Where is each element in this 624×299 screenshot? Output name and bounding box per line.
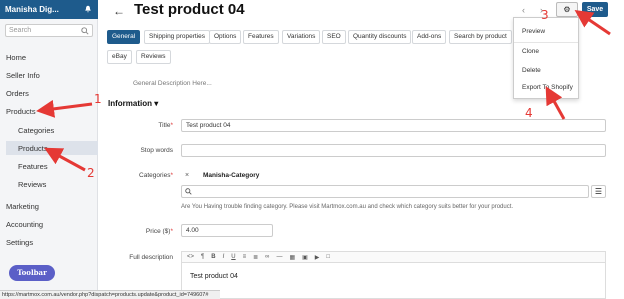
editor-toolbar: <> ¶ B I U ≡ ≣ ∞ — ▦ ▣ ▶ □ xyxy=(181,251,606,262)
tab-general[interactable]: General xyxy=(107,30,141,44)
page-title: Test product 04 xyxy=(134,1,245,18)
annotation-3: 3 xyxy=(541,8,549,22)
numbered-list-icon[interactable]: ≣ xyxy=(253,254,258,261)
save-button[interactable]: Save xyxy=(582,2,608,17)
annotation-arrow-3 xyxy=(574,9,611,36)
tab-variations[interactable]: Variations xyxy=(282,30,321,44)
nav-home[interactable]: Home xyxy=(6,53,26,62)
search-placeholder: Search xyxy=(9,27,32,34)
link-icon[interactable]: ∞ xyxy=(265,254,269,260)
search-icon[interactable] xyxy=(81,27,89,35)
gear-icon: ⚙ xyxy=(563,5,571,14)
stop-words-input[interactable] xyxy=(181,144,606,157)
price-label: Price ($)* xyxy=(145,228,173,235)
status-bar-url: https://martmox.com.au/vendor.php?dispat… xyxy=(0,290,220,299)
sub-nav-products[interactable]: Products xyxy=(18,144,48,153)
general-description-text: General Description Here... xyxy=(133,80,212,87)
back-arrow-icon[interactable]: ← xyxy=(113,4,125,18)
tab-quantity-discounts[interactable]: Quantity discounts xyxy=(348,30,412,44)
menu-icon: ☰ xyxy=(594,187,603,196)
stop-words-label: Stop words xyxy=(140,147,173,154)
underline-icon[interactable]: U xyxy=(231,254,235,260)
brand-name: Manisha Dig... xyxy=(5,5,59,14)
brand-header[interactable]: Manisha Dig... xyxy=(0,0,98,19)
list-icon[interactable]: ≡ xyxy=(243,254,247,260)
nav-orders[interactable]: Orders xyxy=(6,89,29,98)
category-hint: Are You Having trouble finding category.… xyxy=(181,204,514,210)
price-input[interactable]: 4.00 xyxy=(181,224,273,237)
tab-shipping-properties[interactable]: Shipping properties xyxy=(144,30,211,44)
category-list-button[interactable]: ☰ xyxy=(591,185,606,198)
annotation-1: 1 xyxy=(94,92,102,106)
full-description-editor[interactable]: Test product 04 xyxy=(181,262,606,299)
video-icon[interactable]: ▶ xyxy=(315,254,320,261)
annotation-2: 2 xyxy=(87,166,95,180)
sub-nav-features[interactable]: Features xyxy=(18,162,48,171)
caret-down-icon: ▾ xyxy=(154,99,159,108)
sub-nav-reviews[interactable]: Reviews xyxy=(18,180,46,189)
nav-products[interactable]: Products xyxy=(6,107,36,116)
image-icon[interactable]: ▣ xyxy=(302,254,308,261)
sidebar: Manisha Dig... Search Home Seller Info O… xyxy=(0,0,98,299)
section-title[interactable]: Information ▾ xyxy=(108,99,158,108)
nav-seller-info[interactable]: Seller Info xyxy=(6,71,40,80)
prev-arrow-icon[interactable]: ‹ xyxy=(522,5,525,15)
bell-icon[interactable] xyxy=(84,5,92,13)
category-tag: Manisha-Category xyxy=(203,172,260,179)
sub-nav-categories[interactable]: Categories xyxy=(18,126,54,135)
search-icon xyxy=(185,188,192,195)
tab-options[interactable]: Options xyxy=(209,30,242,44)
nav-settings[interactable]: Settings xyxy=(6,238,33,247)
tab-reviews[interactable]: Reviews xyxy=(136,50,171,64)
dropdown-preview[interactable]: Preview xyxy=(522,28,545,35)
full-description-label: Full description xyxy=(129,254,173,261)
annotation-4: 4 xyxy=(525,106,533,120)
nav-accounting[interactable]: Accounting xyxy=(6,220,43,229)
tab-add-ons[interactable]: Add-ons xyxy=(412,30,447,44)
category-search-input[interactable] xyxy=(181,185,589,198)
fullscreen-icon[interactable]: □ xyxy=(326,254,330,260)
toolbar-button[interactable]: Toolbar xyxy=(9,265,55,281)
bold-icon[interactable]: B xyxy=(211,254,215,260)
tab-ebay[interactable]: eBay xyxy=(107,50,132,64)
actions-dropdown: Preview Clone Delete Export To Shopify xyxy=(513,17,579,99)
search-input[interactable]: Search xyxy=(5,24,93,37)
code-icon[interactable]: <> xyxy=(187,254,194,260)
remove-category-icon[interactable]: × xyxy=(185,172,189,179)
dropdown-divider xyxy=(514,42,578,43)
paragraph-icon[interactable]: ¶ xyxy=(201,254,204,260)
tab-search-by-product[interactable]: Search by product xyxy=(449,30,512,44)
title-input[interactable]: Test product 04 xyxy=(181,119,606,132)
tab-features[interactable]: Features xyxy=(243,30,279,44)
dropdown-export-to-shopify[interactable]: Export To Shopify xyxy=(522,84,573,91)
gear-button[interactable]: ⚙ xyxy=(556,2,578,17)
categories-label: Categories* xyxy=(139,172,173,179)
nav-marketing[interactable]: Marketing xyxy=(6,202,39,211)
title-label: Title* xyxy=(158,122,173,129)
dropdown-delete[interactable]: Delete xyxy=(522,67,541,74)
tab-seo[interactable]: SEO xyxy=(322,30,346,44)
italic-icon[interactable]: I xyxy=(223,254,225,260)
dropdown-clone[interactable]: Clone xyxy=(522,48,539,55)
horizontal-rule-icon[interactable]: — xyxy=(276,254,282,260)
table-icon[interactable]: ▦ xyxy=(289,254,295,261)
